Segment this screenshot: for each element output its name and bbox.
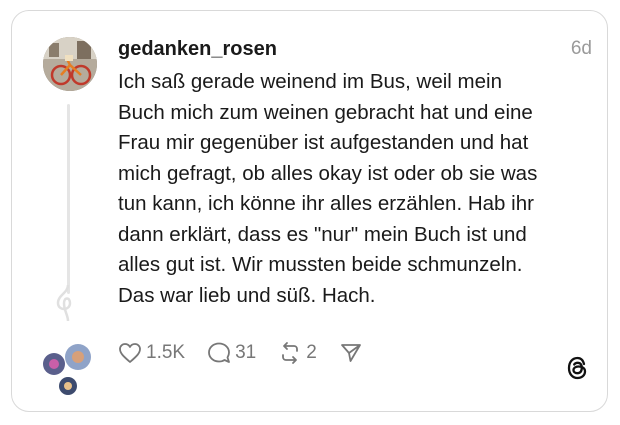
post-actions: 1.5K 31 2 [118,338,385,368]
repost-button[interactable]: 2 [278,341,317,365]
post-text: Ich saß gerade weinend im Bus, weil mein… [118,70,538,307]
share-button[interactable] [339,341,363,365]
repost-count: 2 [306,342,317,363]
like-count: 1.5K [146,342,186,363]
avatar-photo-icon [43,37,97,91]
reply-button[interactable]: 31 [207,341,256,365]
like-button[interactable]: 1.5K [118,342,185,364]
threads-logo-icon[interactable] [564,354,592,382]
thread-loop-icon [56,285,72,321]
reply-count: 31 [235,342,257,363]
thread-line [67,104,70,294]
send-icon [340,344,361,362]
heart-icon [119,343,141,363]
user-avatar[interactable] [43,37,97,91]
comment-icon [208,342,230,363]
repost-icon [282,342,299,364]
username[interactable]: gedanken_rosen [118,38,277,61]
post-timestamp: 6d [570,38,592,59]
reply-avatars[interactable] [38,344,98,398]
